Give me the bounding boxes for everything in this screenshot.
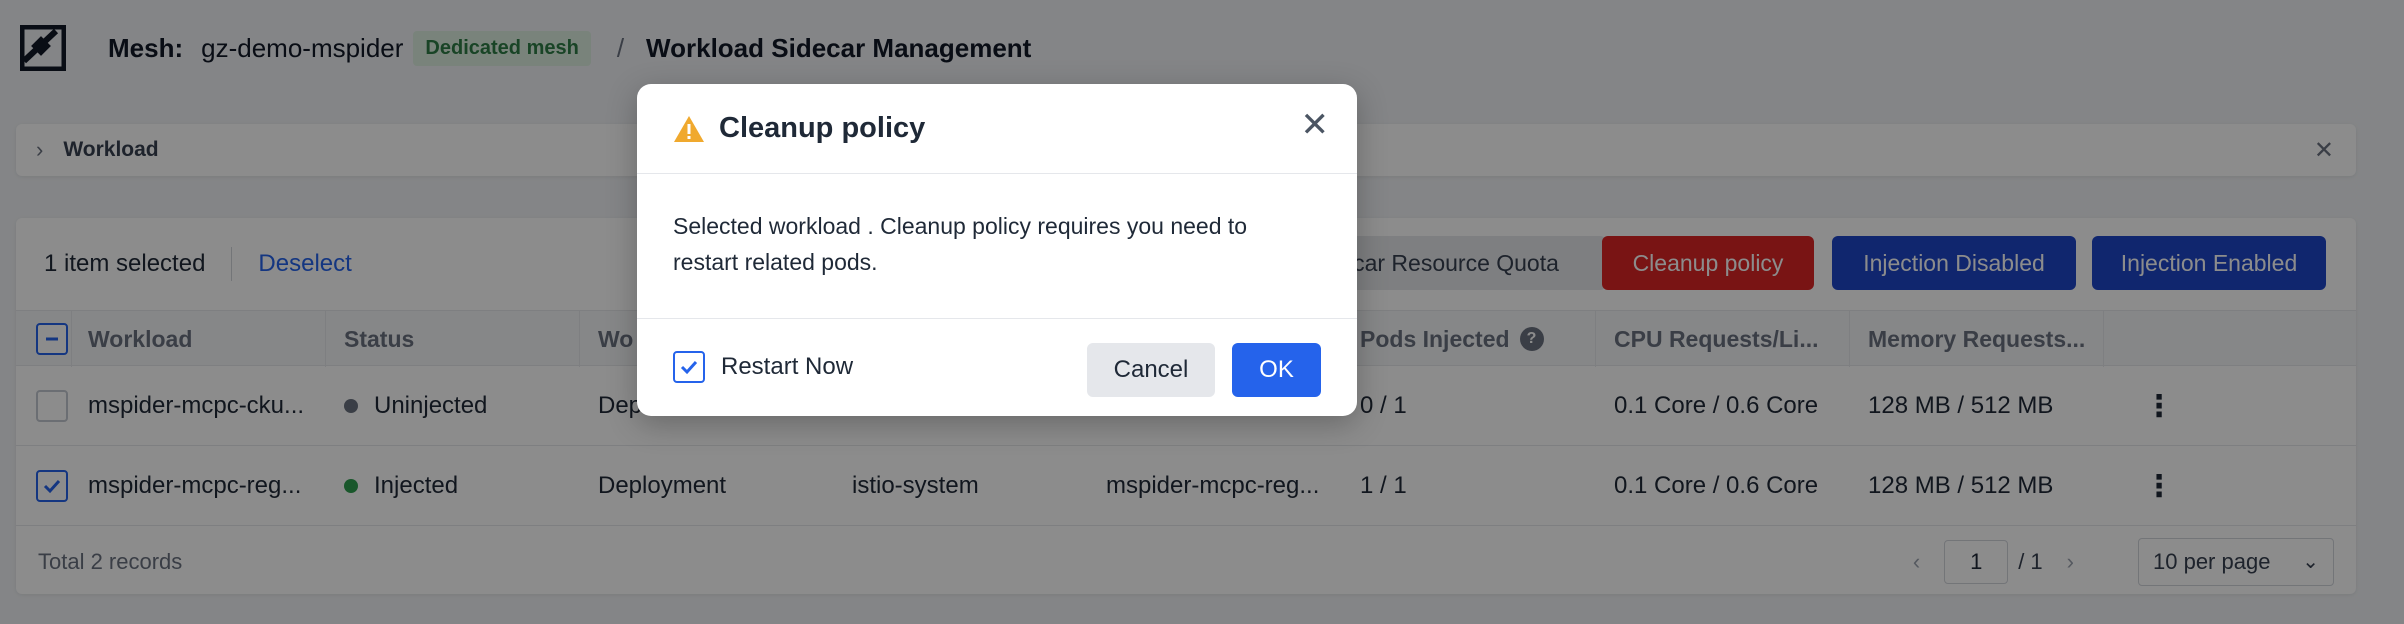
dialog-title: Cleanup policy — [719, 112, 926, 144]
restart-now-option[interactable]: Restart Now — [673, 351, 853, 383]
restart-now-label: Restart Now — [721, 353, 854, 380]
cancel-button[interactable]: Cancel — [1087, 343, 1215, 397]
restart-now-checkbox[interactable] — [673, 351, 705, 383]
close-icon[interactable]: ✕ — [1301, 108, 1330, 142]
dialog-message: Selected workload . Cleanup policy requi… — [673, 208, 1313, 280]
cleanup-policy-dialog: Cleanup policy ✕ Selected workload . Cle… — [637, 84, 1357, 416]
dialog-message-line-2: restart related pods. — [673, 249, 878, 275]
dialog-header: Cleanup policy ✕ — [637, 84, 1357, 174]
ok-button[interactable]: OK — [1232, 343, 1321, 397]
dialog-footer: Restart Now Cancel OK — [637, 318, 1357, 416]
warning-icon — [674, 115, 704, 142]
dialog-message-line-1: Selected workload . Cleanup policy requi… — [673, 213, 1248, 239]
